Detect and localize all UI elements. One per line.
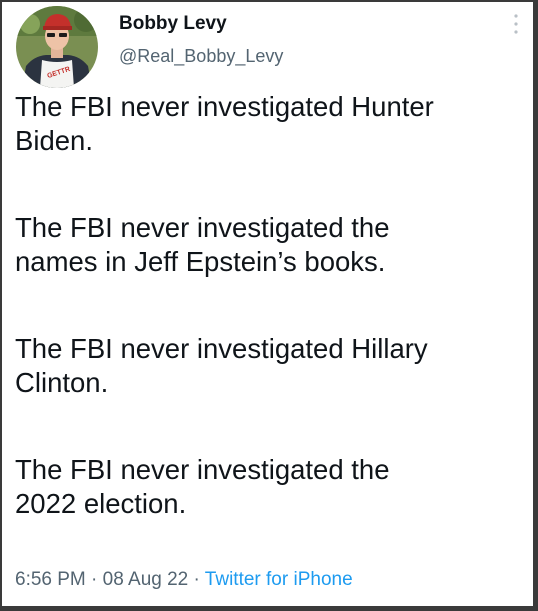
meta-separator: · (188, 569, 205, 590)
tweet-metadata: 6:56 PM · 08 Aug 22 · Twitter for iPhone (15, 569, 353, 591)
user-handle[interactable]: @Real_Bobby_Levy (119, 46, 283, 67)
tweet-date[interactable]: 08 Aug 22 (103, 569, 189, 590)
avatar[interactable]: GETTR (16, 6, 98, 88)
tweet-text: The FBI never investigated Hunter Biden.… (15, 90, 527, 521)
tweet-time[interactable]: 6:56 PM (15, 569, 86, 590)
tweet-paragraph: The FBI never investigated Hunter Biden. (15, 91, 434, 156)
tweet-paragraph: The FBI never investigated the names in … (15, 212, 390, 277)
tweet-card: GETTR Bobby Levy @Real_Bobby_Levy The FB… (0, 0, 538, 611)
tweet-paragraph: The FBI never investigated Hillary Clint… (15, 333, 428, 398)
avatar-photo: GETTR (16, 6, 98, 88)
display-name[interactable]: Bobby Levy (119, 13, 227, 35)
meta-separator: · (85, 569, 103, 590)
tweet-paragraph: The FBI never investigated the 2022 elec… (15, 454, 390, 519)
tweet-source-link[interactable]: Twitter for iPhone (205, 569, 353, 590)
more-vertical-icon[interactable] (512, 13, 520, 35)
